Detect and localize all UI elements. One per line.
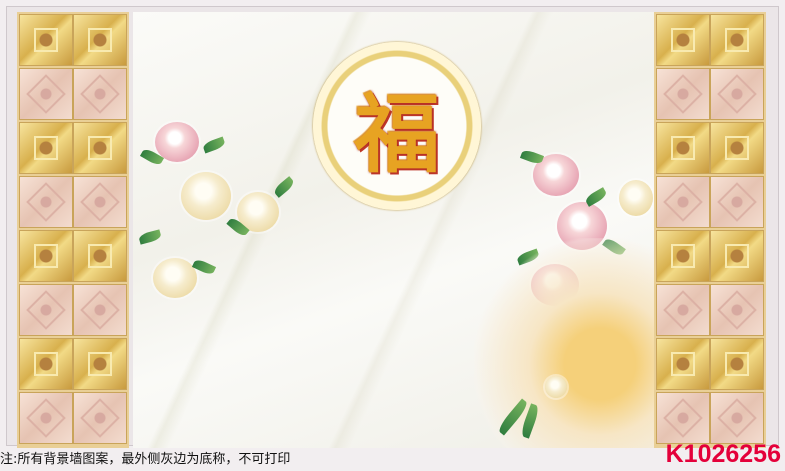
gold-tile [710, 14, 764, 66]
print-notice: 注:所有背景墙图案，最外侧灰边为底称，不可打印 [0, 452, 291, 467]
leaf [272, 176, 296, 198]
gold-tile [656, 122, 710, 174]
peony-flower [619, 180, 653, 216]
rose-tile [19, 392, 73, 444]
fortune-medallion: 福 [313, 42, 481, 210]
peony-flower [181, 172, 231, 220]
peony-flower [153, 258, 197, 298]
gold-tile [19, 230, 73, 282]
orchid-flower [545, 376, 567, 398]
rose-tile [73, 176, 127, 228]
rose-tile [710, 284, 764, 336]
leaf [138, 229, 162, 245]
fu-character: 福 [354, 83, 440, 185]
rose-tile [73, 392, 127, 444]
rose-tile [19, 284, 73, 336]
product-code: K1026256 [665, 440, 781, 468]
rose-tile [710, 392, 764, 444]
gold-tile [73, 14, 127, 66]
gold-tile [19, 338, 73, 390]
rose-tile [19, 68, 73, 120]
left-decorative-tile-panel [17, 12, 129, 448]
right-decorative-tile-panel [654, 12, 766, 448]
gold-tile [19, 122, 73, 174]
wallpaper-preview-frame: 福 [6, 6, 779, 448]
leaf [583, 187, 609, 207]
gold-tile [73, 338, 127, 390]
rose-tile [656, 284, 710, 336]
gold-tile [73, 122, 127, 174]
gold-tile [710, 122, 764, 174]
rose-tile [710, 176, 764, 228]
rose-tile [656, 68, 710, 120]
gold-tile [656, 230, 710, 282]
jade-rock-decoration [474, 238, 654, 448]
rose-tile [656, 176, 710, 228]
leaf [201, 136, 227, 154]
gold-tile [73, 230, 127, 282]
rose-tile [19, 176, 73, 228]
marble-center-panel: 福 [133, 12, 654, 448]
gold-tile [656, 338, 710, 390]
gold-tile [656, 14, 710, 66]
gold-tile [710, 230, 764, 282]
rose-tile [73, 284, 127, 336]
rose-tile [710, 68, 764, 120]
gold-tile [710, 338, 764, 390]
gold-tile [19, 14, 73, 66]
rose-tile [73, 68, 127, 120]
rose-tile [656, 392, 710, 444]
